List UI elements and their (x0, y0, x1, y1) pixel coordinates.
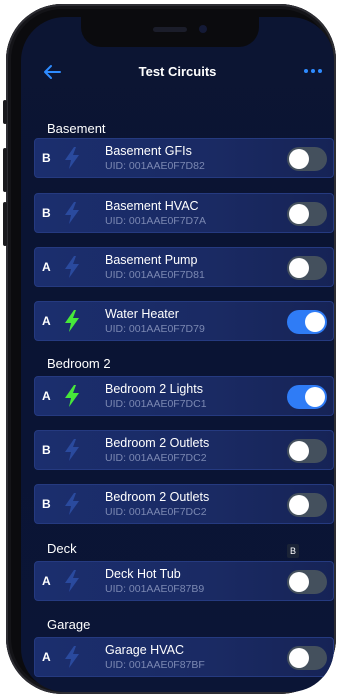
toggle-knob (305, 387, 325, 407)
phase-label: A (42, 389, 51, 403)
circuit-toggle[interactable] (287, 202, 327, 226)
circuit-uid: UID: 001AAE0F7D79 (105, 323, 205, 335)
circuit-row[interactable]: B Basement GFIs UID: 001AAE0F7D82 (34, 138, 334, 178)
circuit-toggle[interactable] (287, 256, 327, 280)
lightning-bolt-icon (65, 646, 79, 668)
circuit-row[interactable]: B Bedroom 2 Outlets UID: 001AAE0F7DC2 (34, 484, 334, 524)
circuit-uid: UID: 001AAE0F7D81 (105, 269, 205, 281)
circuit-row[interactable]: B Bedroom 2 Outlets UID: 001AAE0F7DC2 (34, 430, 334, 470)
lightning-bolt-active-icon (65, 385, 79, 407)
circuit-uid: UID: 001AAE0F7DC1 (105, 398, 207, 410)
toggle-knob (289, 441, 309, 461)
section-heading: Garage (47, 617, 91, 632)
screen: Test Circuits Basement B Basement GFIs UID:… (21, 17, 334, 692)
circuit-uid: UID: 001AAE0F7D7A (105, 215, 206, 227)
phase-label: B (42, 497, 51, 511)
circuit-name: Basement Pump (105, 253, 198, 267)
circuit-toggle[interactable] (287, 310, 327, 334)
circuit-name: Basement HVAC (105, 199, 199, 213)
circuit-row[interactable]: A Water Heater UID: 001AAE0F7D79 (34, 301, 334, 341)
section-heading: Basement (47, 121, 106, 136)
toggle-knob (289, 495, 309, 515)
circuit-uid: UID: 001AAE0F87BF (105, 659, 205, 671)
toggle-knob (289, 149, 309, 169)
lightning-bolt-icon (65, 570, 79, 592)
phase-label: A (42, 650, 51, 664)
circuit-uid: UID: 001AAE0F7D82 (105, 160, 205, 172)
phase-label: B (42, 151, 51, 165)
circuit-name: Bedroom 2 Outlets (105, 436, 210, 450)
circuit-toggle[interactable] (287, 385, 327, 409)
circuit-toggle[interactable] (287, 493, 327, 517)
section-heading: Bedroom 2 (47, 356, 111, 371)
toggle-knob (289, 648, 309, 668)
lightning-bolt-icon (65, 493, 79, 515)
top-bar: Test Circuits (21, 57, 334, 91)
circuit-row[interactable]: A Deck Hot Tub UID: 001AAE0F87B9 (34, 561, 334, 601)
toggle-knob (305, 312, 325, 332)
circuit-row[interactable]: A Bedroom 2 Lights UID: 001AAE0F7DC1 (34, 376, 334, 416)
speaker (153, 27, 187, 32)
more-options-icon[interactable] (304, 69, 322, 73)
circuit-uid: UID: 001AAE0F7DC2 (105, 452, 207, 464)
circuit-row[interactable]: A Garage HVAC UID: 001AAE0F87BF (34, 637, 334, 677)
circuit-name: Bedroom 2 Outlets (105, 490, 210, 504)
circuit-name: Garage HVAC (105, 643, 184, 657)
side-button-silent (3, 100, 7, 124)
lightning-bolt-icon (65, 147, 79, 169)
lightning-bolt-icon (65, 256, 79, 278)
notch (81, 17, 259, 47)
side-button-volume-down (3, 202, 7, 246)
side-button-volume-up (3, 148, 7, 192)
circuit-toggle[interactable] (287, 147, 327, 171)
lightning-bolt-icon (65, 439, 79, 461)
circuit-name: Deck Hot Tub (105, 567, 181, 581)
circuit-name: Water Heater (105, 307, 179, 321)
phase-label: A (42, 314, 51, 328)
circuit-uid: UID: 001AAE0F87B9 (105, 583, 205, 595)
circuit-name: Basement GFIs (105, 144, 192, 158)
circuit-uid: UID: 001AAE0F7DC2 (105, 506, 207, 518)
circuit-toggle[interactable] (287, 570, 327, 594)
camera (199, 25, 207, 33)
section-heading: Deck (47, 541, 77, 556)
toggle-knob (289, 572, 309, 592)
phase-label: A (42, 574, 51, 588)
lightning-bolt-active-icon (65, 310, 79, 332)
phase-label: B (42, 443, 51, 457)
phase-tooltip: B (287, 544, 299, 558)
circuit-row[interactable]: A Basement Pump UID: 001AAE0F7D81 (34, 247, 334, 287)
phase-label: B (42, 206, 51, 220)
toggle-knob (289, 258, 309, 278)
lightning-bolt-icon (65, 202, 79, 224)
circuit-name: Bedroom 2 Lights (105, 382, 203, 396)
circuit-row[interactable]: B Basement HVAC UID: 001AAE0F7D7A (34, 193, 334, 233)
circuit-toggle[interactable] (287, 646, 327, 670)
toggle-knob (289, 204, 309, 224)
circuit-toggle[interactable] (287, 439, 327, 463)
page-title: Test Circuits (138, 64, 217, 79)
phase-label: A (42, 260, 51, 274)
